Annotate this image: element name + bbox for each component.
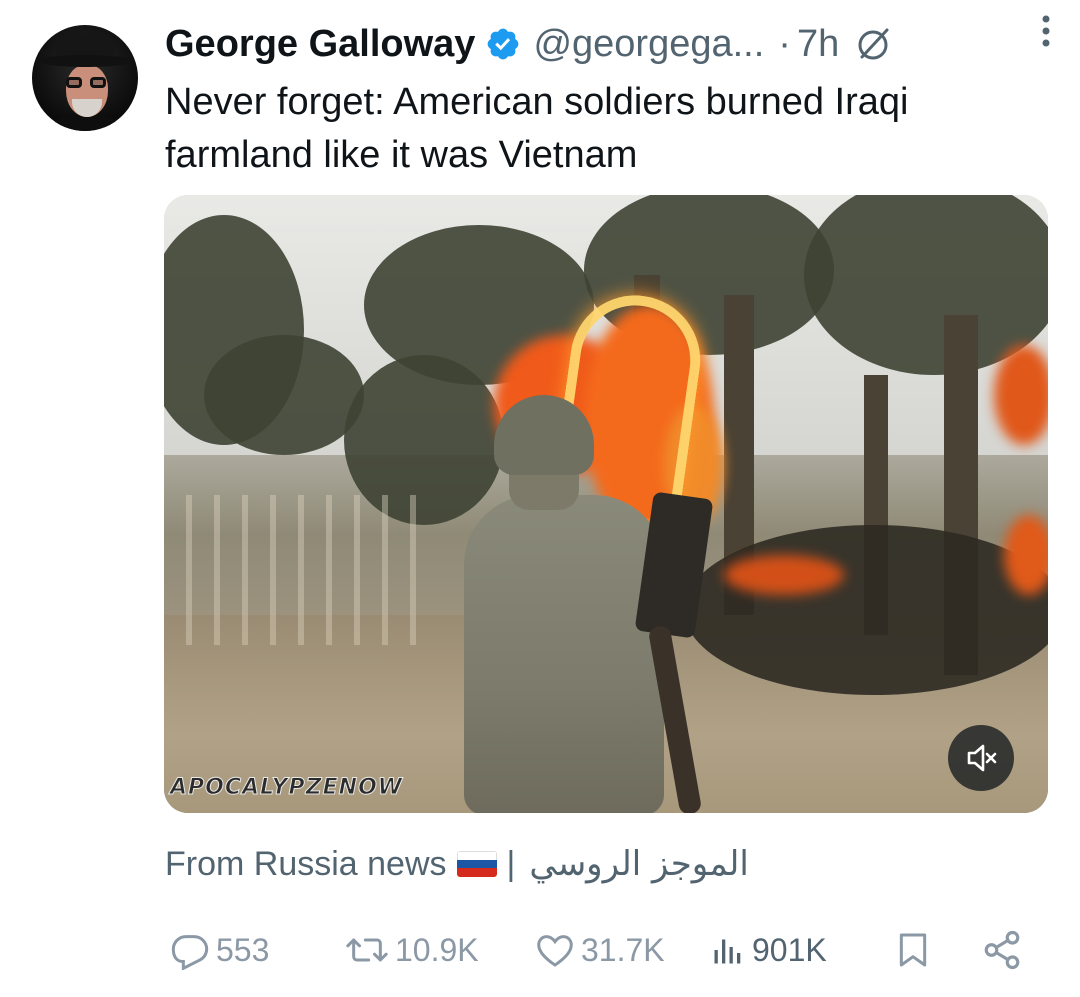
verified-badge-icon[interactable] <box>485 26 521 62</box>
more-vertical-icon[interactable] <box>1040 14 1052 48</box>
video-player[interactable]: APOCALYPZENOW <box>164 195 1048 813</box>
fire <box>994 345 1048 445</box>
retweet-icon <box>346 938 388 962</box>
fence <box>164 495 424 645</box>
avatar[interactable] <box>32 25 138 131</box>
source-arabic[interactable]: الموجز الروسي <box>529 844 748 884</box>
fire <box>724 555 844 595</box>
avatar-glasses-right <box>90 77 106 88</box>
like-count: 31.7K <box>581 931 665 968</box>
share-button[interactable] <box>981 920 1023 980</box>
grok-icon[interactable] <box>853 24 893 64</box>
bookmark-button[interactable] <box>893 920 933 980</box>
bookmark-icon <box>899 933 927 967</box>
source-label[interactable]: From Russia news <box>165 845 447 884</box>
timestamp[interactable]: 7h <box>797 23 839 66</box>
like-button[interactable]: 31.7K <box>535 920 665 980</box>
tweet[interactable]: George Galloway @georgega... · 7h Never … <box>0 0 1080 997</box>
tweet-header: George Galloway @georgega... · 7h <box>165 18 1055 70</box>
fire <box>1004 515 1048 595</box>
mute-button[interactable] <box>948 725 1014 791</box>
heart-icon <box>537 935 573 967</box>
views-bar-icon <box>714 939 741 964</box>
avatar-hat-brim <box>38 55 132 67</box>
russia-flag-icon <box>456 851 497 877</box>
separator-dot: · <box>778 22 791 65</box>
action-bar: 553 10.9K 31.7K 901K <box>165 920 1045 980</box>
reply-button[interactable]: 553 <box>170 920 269 980</box>
muted-speaker-icon <box>967 744 997 772</box>
views-count: 901K <box>752 931 827 968</box>
burnt-vegetation <box>684 525 1048 695</box>
retweet-count: 10.9K <box>395 931 479 968</box>
source-divider: | <box>506 844 516 883</box>
tweet-text: Never forget: American soldiers burned I… <box>165 81 909 176</box>
reply-count: 553 <box>216 931 270 968</box>
retweet-button[interactable]: 10.9K <box>345 920 479 980</box>
video-watermark: APOCALYPZENOW <box>169 775 404 801</box>
source-line: From Russia news | الموجز الروسي <box>165 840 749 888</box>
views-button[interactable]: 901K <box>710 920 827 980</box>
avatar-glasses-left <box>66 77 82 88</box>
author-handle[interactable]: @georgega... <box>533 23 764 66</box>
author-name[interactable]: George Galloway <box>165 23 475 66</box>
palm-tree <box>204 335 364 455</box>
soldier <box>464 495 664 813</box>
share-icon <box>984 930 1020 970</box>
reply-icon <box>171 935 209 970</box>
